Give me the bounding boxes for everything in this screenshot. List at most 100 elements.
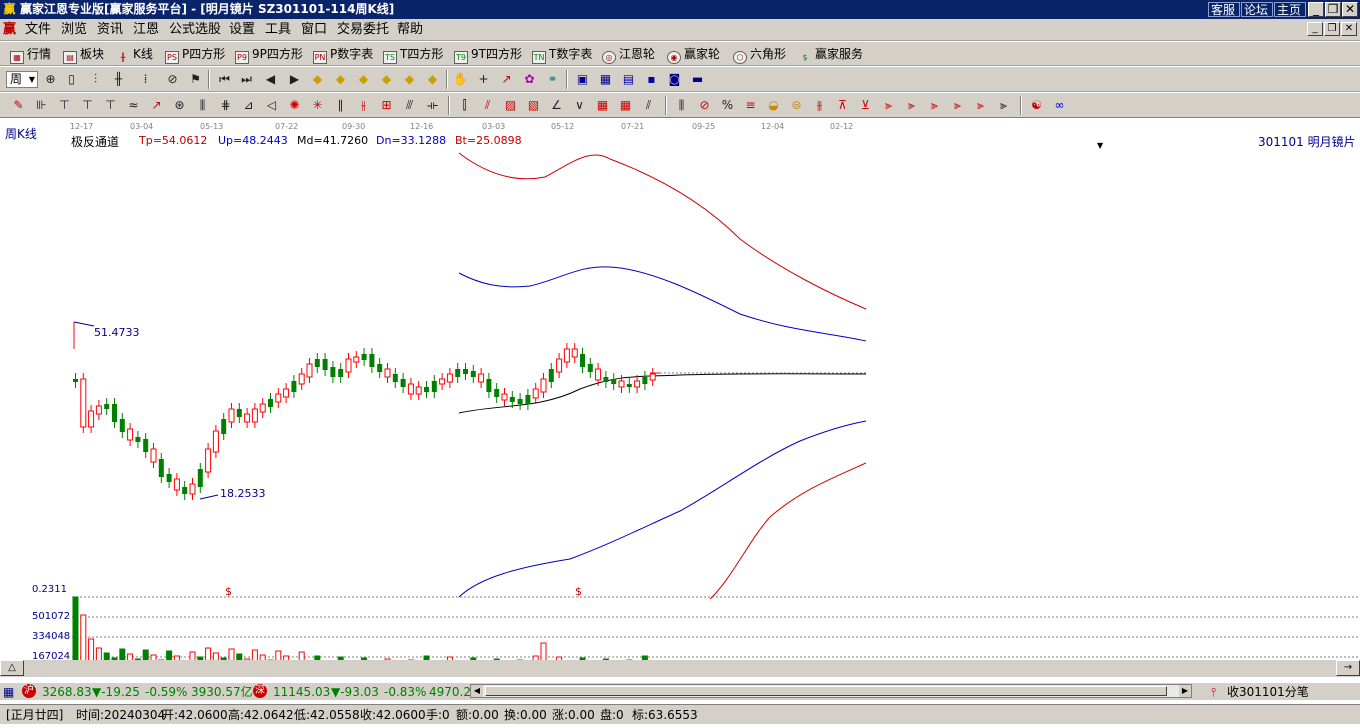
homepage-link[interactable]: 主页 xyxy=(1274,2,1306,17)
diamond-1-icon[interactable]: ◆ xyxy=(309,71,326,88)
draw-tool-38-icon[interactable]: ⫸ xyxy=(926,97,943,114)
draw-tool-40-icon[interactable]: ⫸ xyxy=(972,97,989,114)
scroll-right-icon[interactable]: ▶ xyxy=(1179,685,1191,697)
calculator-icon[interactable]: ▦ xyxy=(597,71,614,88)
bars-icon[interactable]: ⫶ xyxy=(87,71,104,88)
winner-service-button[interactable]: $ 赢家服务 xyxy=(798,46,863,62)
link-icon[interactable]: ⚭ xyxy=(544,71,561,88)
draw-tool-5-icon[interactable]: ≈ xyxy=(125,97,142,114)
draw-tool-25-icon[interactable]: ▦ xyxy=(594,97,611,114)
diamond-5-icon[interactable]: ◆ xyxy=(401,71,418,88)
draw-tool-3-icon[interactable]: ⊤ xyxy=(79,97,96,114)
menu-tools[interactable]: 工具 xyxy=(265,22,291,38)
collapse-up-button[interactable]: △ xyxy=(0,660,24,676)
draw-tool-14-icon[interactable]: ∥ xyxy=(332,97,349,114)
crosshair-cursor-icon[interactable]: ⊕ xyxy=(42,71,59,88)
quotes-button[interactable]: ▦ 行情 xyxy=(10,46,51,64)
scroll-thumb[interactable] xyxy=(485,686,1167,696)
chart-canvas[interactable]: 12-17 03-04 05-13 07-22 09-30 12-16 03-03 05-12… xyxy=(0,119,1360,660)
forum-link[interactable]: 论坛 xyxy=(1241,2,1273,17)
draw-tool-31-icon[interactable]: ◒ xyxy=(765,97,782,114)
draw-tool-28-icon[interactable]: ⫼ xyxy=(673,97,690,114)
flag-icon[interactable]: ⚑ xyxy=(187,71,204,88)
draw-tool-37-icon[interactable]: ⫸ xyxy=(903,97,920,114)
menu-help[interactable]: 帮助 xyxy=(397,22,423,38)
gift-icon[interactable]: ✿ xyxy=(521,71,538,88)
draw-tool-39-icon[interactable]: ⫸ xyxy=(949,97,966,114)
draw-tool-35-icon[interactable]: ⊻ xyxy=(857,97,874,114)
menu-browse[interactable]: 浏览 xyxy=(61,22,87,38)
plus-icon[interactable]: + xyxy=(475,71,492,88)
tools-icon[interactable]: ◙ xyxy=(666,71,683,88)
doc-minimize-button[interactable]: _ xyxy=(1307,22,1323,36)
first-page-icon[interactable]: ⏮ xyxy=(216,71,233,88)
draw-tool-15-icon[interactable]: ⫳ xyxy=(355,97,372,114)
draw-tool-30-icon[interactable]: ≡ xyxy=(742,97,759,114)
draw-tool-11-icon[interactable]: ◁ xyxy=(263,97,280,114)
gann-wheel-button[interactable]: ◎ 江恩轮 xyxy=(602,46,655,64)
menu-trade[interactable]: 交易委托 xyxy=(337,22,389,38)
doc-window-icon[interactable]: 赢 xyxy=(3,22,19,38)
pen-icon[interactable]: ✎ xyxy=(10,97,27,114)
minimize-button[interactable]: _ xyxy=(1308,2,1324,17)
expand-right-icon[interactable]: ▶ xyxy=(286,71,303,88)
draw-tool-26-icon[interactable]: ▦ xyxy=(617,97,634,114)
diamond-4-icon[interactable]: ◆ xyxy=(378,71,395,88)
menu-gann[interactable]: 江恩 xyxy=(133,22,159,38)
draw-tool-22-icon[interactable]: ▧ xyxy=(525,97,542,114)
doc-restore-button[interactable]: ❐ xyxy=(1324,22,1340,36)
draw-tool-10-icon[interactable]: ⊿ xyxy=(240,97,257,114)
draw-tool-32-icon[interactable]: ⊜ xyxy=(788,97,805,114)
trend-icon[interactable]: ↗ xyxy=(498,71,515,88)
hand-icon[interactable]: ✋ xyxy=(452,71,469,88)
kline-button[interactable]: ╫ K线 xyxy=(116,46,153,62)
save-icon[interactable]: ▪ xyxy=(643,71,660,88)
draw-tool-13-icon[interactable]: ✳ xyxy=(309,97,326,114)
winner-wheel-button[interactable]: ◉ 赢家轮 xyxy=(667,46,720,64)
draw-tool-8-icon[interactable]: ⫼ xyxy=(194,97,211,114)
p-number-table-button[interactable]: PN P数字表 xyxy=(313,46,373,64)
doc-close-button[interactable]: ✕ xyxy=(1341,22,1357,36)
draw-tool-20-icon[interactable]: ⫽ xyxy=(479,97,496,114)
scroll-right-arrow-button[interactable]: → xyxy=(1336,660,1360,676)
draw-tool-33-icon[interactable]: ⫵ xyxy=(811,97,828,114)
draw-tool-16-icon[interactable]: ⊞ xyxy=(378,97,395,114)
menu-file[interactable]: 文件 xyxy=(25,22,51,38)
scroll-left-icon[interactable]: ◀ xyxy=(471,685,483,697)
draw-tool-17-icon[interactable]: ⫻ xyxy=(401,97,418,114)
9p-square-button[interactable]: P9 9P四方形 xyxy=(235,46,303,64)
customer-service-link[interactable]: 客服 xyxy=(1208,2,1240,17)
diamond-6-icon[interactable]: ◆ xyxy=(424,71,441,88)
shrink-left-icon[interactable]: ◀ xyxy=(262,71,279,88)
chart-area[interactable]: 12-17 03-04 05-13 07-22 09-30 12-16 03-03 05-12… xyxy=(0,119,1360,662)
draw-tool-36-icon[interactable]: ⫸ xyxy=(880,97,897,114)
candles-icon[interactable]: ╫ xyxy=(110,71,127,88)
draw-tool-29-icon[interactable]: ⊘ xyxy=(696,97,713,114)
period-select[interactable]: 周 ▼ xyxy=(6,71,38,88)
draw-tool-21-icon[interactable]: ▨ xyxy=(502,97,519,114)
menu-formula-select[interactable]: 公式选股 xyxy=(169,22,221,38)
hexagon-button[interactable]: ⬡ 六角形 xyxy=(733,46,786,64)
draw-tool-9-icon[interactable]: ⋕ xyxy=(217,97,234,114)
diamond-3-icon[interactable]: ◆ xyxy=(355,71,372,88)
t-square-button[interactable]: TS T四方形 xyxy=(383,46,443,64)
screen-icon[interactable]: ▤ xyxy=(620,71,637,88)
yin-yang-icon[interactable]: ☯ xyxy=(1028,97,1045,114)
indicator-icon[interactable]: ⁞ xyxy=(137,71,154,88)
draw-tool-12-icon[interactable]: ✺ xyxy=(286,97,303,114)
menu-settings[interactable]: 设置 xyxy=(229,22,255,38)
draw-tool-24-icon[interactable]: ∨ xyxy=(571,97,588,114)
percent-icon[interactable]: % xyxy=(719,97,736,114)
erase-icon[interactable]: ⊘ xyxy=(164,71,181,88)
document-icon[interactable]: ▯ xyxy=(63,71,80,88)
menu-news[interactable]: 资讯 xyxy=(97,22,123,38)
9t-square-button[interactable]: T9 9T四方形 xyxy=(454,46,522,64)
tick-detail-label[interactable]: 收301101分笔 xyxy=(1227,684,1309,700)
t-number-table-button[interactable]: TN T数字表 xyxy=(532,46,592,64)
status-scrollbar[interactable]: ◀ ▶ xyxy=(470,684,1192,698)
draw-tool-34-icon[interactable]: ⊼ xyxy=(834,97,851,114)
draw-tool-27-icon[interactable]: ⫽ xyxy=(640,97,657,114)
table-icon[interactable]: ▦ xyxy=(3,684,14,700)
draw-tool-41-icon[interactable]: ⫸ xyxy=(995,97,1012,114)
infinity-icon[interactable]: ∞ xyxy=(1051,97,1068,114)
